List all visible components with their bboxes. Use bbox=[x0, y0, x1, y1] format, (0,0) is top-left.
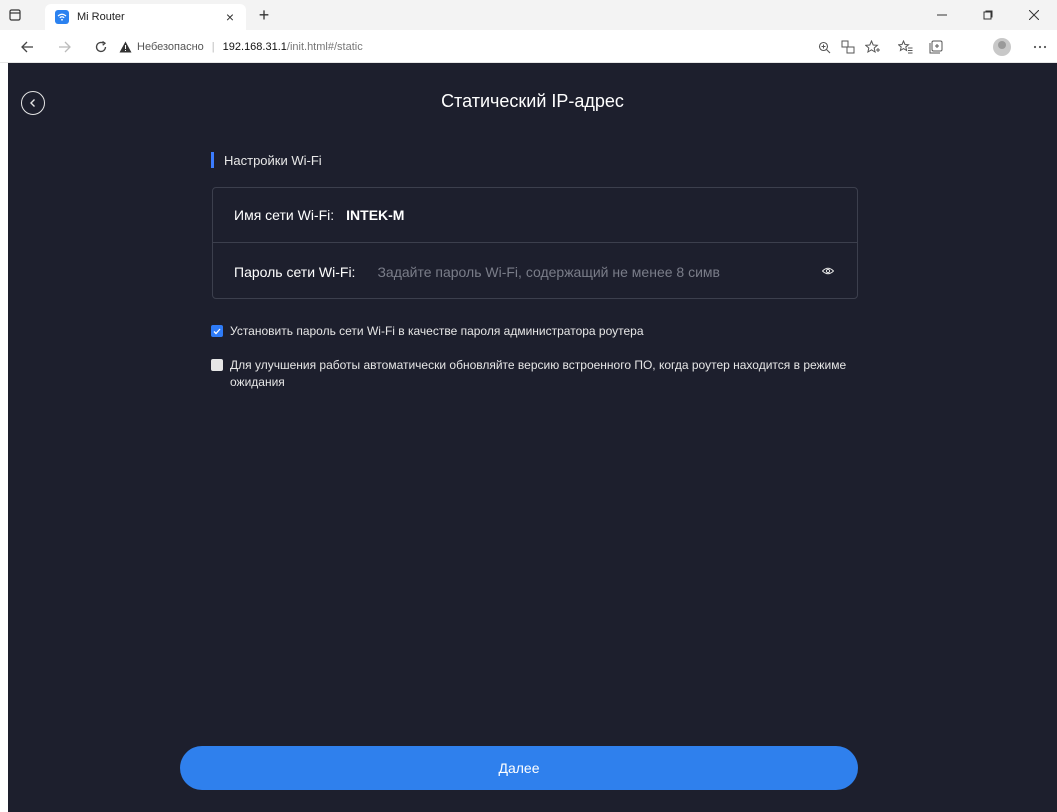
page-title: Статический IP-адрес bbox=[441, 91, 624, 111]
password-row: Пароль сети Wi-Fi: bbox=[213, 244, 857, 299]
insecure-label[interactable]: Небезопасно bbox=[137, 41, 204, 53]
collections-icon[interactable] bbox=[926, 37, 946, 57]
zoom-icon[interactable] bbox=[814, 37, 834, 57]
more-menu-icon[interactable] bbox=[1030, 37, 1050, 57]
ssid-value[interactable]: INTEK-M bbox=[346, 207, 404, 223]
next-button[interactable]: Далее bbox=[180, 746, 858, 790]
wifi-favicon-icon bbox=[55, 10, 69, 24]
ssid-label: Имя сети Wi-Fi: bbox=[234, 207, 335, 223]
profile-avatar[interactable] bbox=[993, 38, 1011, 56]
tab-actions-icon[interactable] bbox=[6, 6, 24, 24]
auto-update-checkbox[interactable] bbox=[211, 359, 223, 371]
close-window-icon[interactable] bbox=[1011, 0, 1057, 30]
left-edge-strip bbox=[0, 63, 8, 812]
browser-tab-bar: Mi Router × + bbox=[0, 0, 1057, 30]
address-separator: | bbox=[211, 41, 215, 53]
url-path: /init.html#/static bbox=[286, 41, 363, 53]
tab-close-icon[interactable]: × bbox=[222, 9, 238, 25]
admin-password-checkbox-label[interactable]: Установить пароль сети Wi-Fi в качестве … bbox=[230, 323, 644, 340]
section-accent-bar bbox=[211, 152, 214, 168]
browser-tab[interactable]: Mi Router × bbox=[45, 4, 246, 30]
address-bar[interactable]: Небезопасно | 192.168.31.1/init.html#/st… bbox=[118, 36, 558, 58]
url-host: 192.168.31.1 bbox=[222, 41, 287, 53]
checkmark-icon bbox=[213, 328, 221, 334]
eye-icon[interactable] bbox=[819, 262, 837, 280]
section-label: Настройки Wi-Fi bbox=[224, 152, 322, 168]
tab-title: Mi Router bbox=[77, 11, 125, 23]
password-input[interactable] bbox=[377, 263, 768, 280]
reload-icon[interactable] bbox=[88, 34, 114, 60]
translate-icon[interactable] bbox=[838, 37, 858, 57]
minimize-icon[interactable] bbox=[919, 0, 965, 30]
admin-password-option[interactable]: Установить пароль сети Wi-Fi в качестве … bbox=[211, 323, 644, 340]
browser-nav-bar: Небезопасно | 192.168.31.1/init.html#/st… bbox=[0, 30, 1057, 63]
favorite-add-icon[interactable] bbox=[862, 37, 882, 57]
forward-arrow-icon[interactable] bbox=[52, 34, 78, 60]
favorites-icon[interactable] bbox=[895, 37, 915, 57]
back-arrow-icon[interactable] bbox=[14, 34, 40, 60]
section-header: Настройки Wi-Fi bbox=[211, 152, 322, 168]
auto-update-checkbox-label[interactable]: Для улучшения работы автоматически обнов… bbox=[230, 357, 861, 391]
warning-icon[interactable] bbox=[118, 40, 132, 54]
router-setup-page: Статический IP-адрес Настройки Wi-Fi Имя… bbox=[8, 63, 1057, 812]
admin-password-checkbox[interactable] bbox=[211, 325, 223, 337]
auto-update-option[interactable]: Для улучшения работы автоматически обнов… bbox=[211, 357, 861, 391]
password-label: Пароль сети Wi-Fi: bbox=[234, 263, 356, 280]
restore-icon[interactable] bbox=[965, 0, 1011, 30]
new-tab-button[interactable]: + bbox=[252, 3, 276, 27]
wifi-settings-card: Имя сети Wi-Fi: INTEK-M Пароль сети Wi-F… bbox=[212, 187, 858, 299]
ssid-row: Имя сети Wi-Fi: INTEK-M bbox=[213, 188, 857, 243]
